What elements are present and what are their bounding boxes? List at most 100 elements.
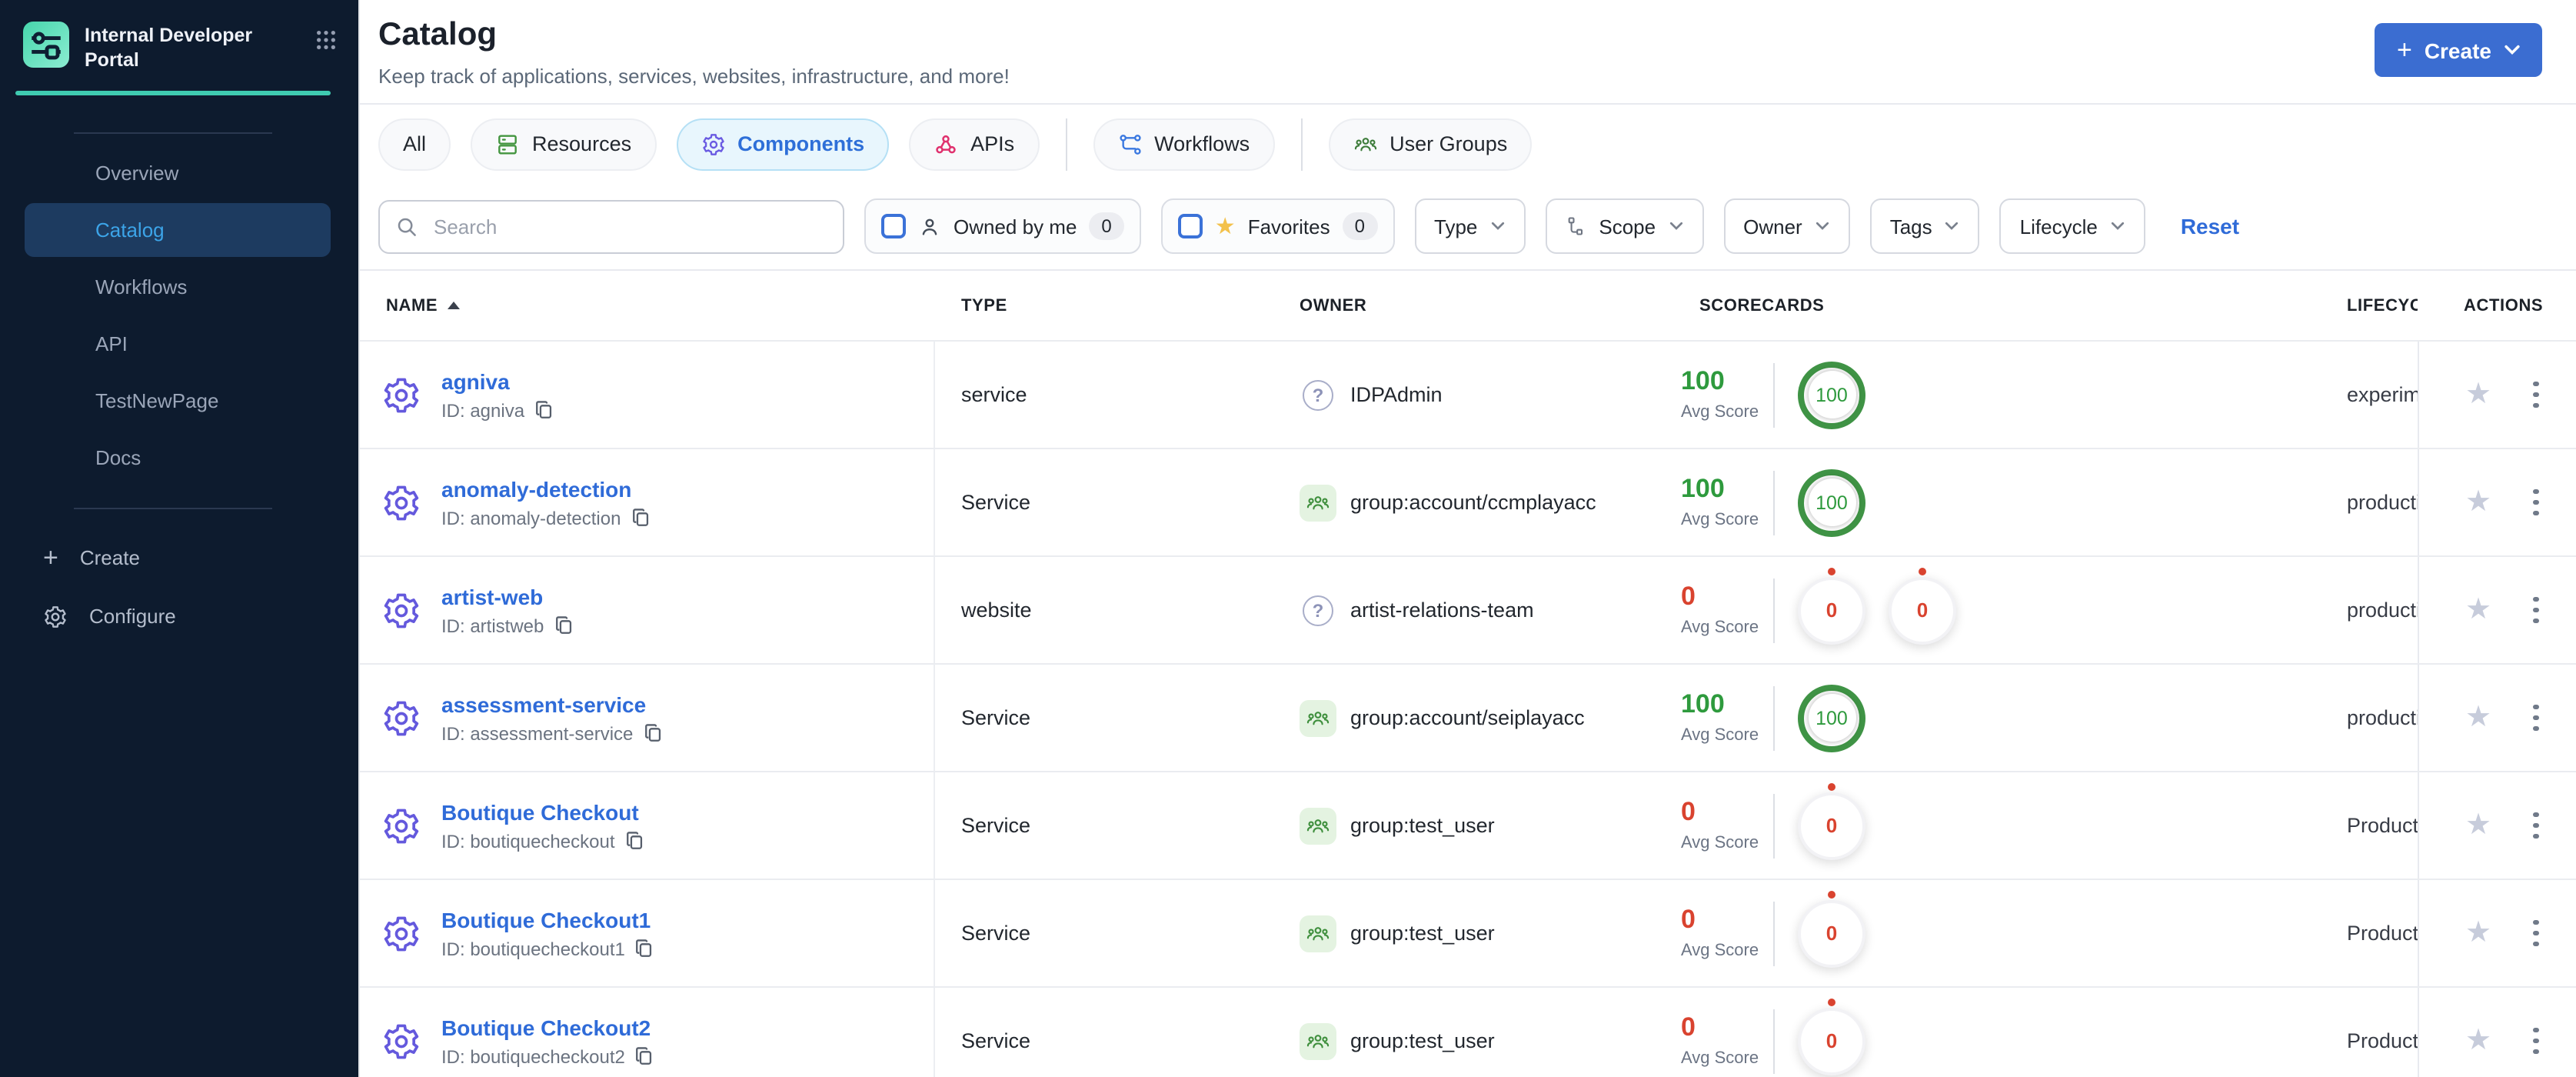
group-owner-icon: [1300, 915, 1336, 952]
score-divider: [1773, 901, 1775, 965]
table-row: agniva ID: agniva service ? IDPAdmin 100…: [360, 340, 2576, 448]
sidebar-item-catalog[interactable]: Catalog: [25, 202, 331, 256]
entity-name-link[interactable]: anomaly-detection: [441, 476, 650, 501]
brand: Internal Developer Portal: [0, 0, 358, 73]
owner-label: group:account/seiplayacc: [1350, 706, 1585, 729]
owner-label: group:test_user: [1350, 814, 1495, 837]
avg-score-label: Avg Score: [1681, 618, 1759, 637]
row-menu-icon[interactable]: [2528, 915, 2543, 952]
favorite-star-icon[interactable]: ★: [2465, 595, 2491, 625]
ring-progress-dot: [1828, 998, 1835, 1005]
tab-all[interactable]: All: [378, 118, 451, 170]
avg-score-value: 0: [1681, 797, 1696, 827]
column-header-name[interactable]: NAME: [360, 296, 935, 315]
entity-kind-tabs: All Resources Components APIs Workflows …: [360, 105, 2576, 183]
entity-name-link[interactable]: Boutique Checkout: [441, 799, 644, 824]
sidebar-create-button[interactable]: + Create: [0, 528, 358, 587]
scorecard-ring[interactable]: 0: [1798, 998, 1865, 1075]
app-window: Internal Developer Portal Overview Catal…: [0, 0, 2576, 1077]
avg-score-value: 0: [1681, 582, 1696, 612]
favorite-star-icon[interactable]: ★: [2465, 919, 2491, 948]
copy-id-icon[interactable]: [634, 1046, 654, 1066]
avg-score-label: Avg Score: [1681, 510, 1759, 529]
sidebar-item-docs[interactable]: Docs: [25, 428, 331, 485]
sidebar-item-api[interactable]: API: [25, 315, 331, 372]
copy-id-icon[interactable]: [624, 831, 644, 851]
sidebar-configure-button[interactable]: Configure: [0, 587, 358, 645]
copy-id-icon[interactable]: [553, 615, 573, 635]
scorecard-ring[interactable]: 0: [1798, 567, 1865, 644]
favorite-star-icon[interactable]: ★: [2465, 1026, 2491, 1055]
entity-id: ID: boutiquecheckout: [441, 830, 615, 852]
gear-icon: [43, 604, 68, 629]
search-input[interactable]: [431, 213, 827, 239]
scorecard-ring[interactable]: 100: [1798, 468, 1865, 536]
favorites-filter[interactable]: ★ Favorites 0: [1160, 198, 1394, 254]
row-menu-icon[interactable]: [2528, 1023, 2543, 1059]
entity-id: ID: boutiquecheckout2: [441, 1045, 625, 1067]
row-menu-icon[interactable]: [2528, 700, 2543, 736]
chevron-down-icon: [1669, 222, 1682, 230]
scorecard-ring[interactable]: 100: [1798, 684, 1865, 752]
ring-score-value: 100: [1808, 371, 1855, 418]
entity-name-link[interactable]: artist-web: [441, 584, 573, 609]
favorite-star-icon[interactable]: ★: [2465, 811, 2491, 840]
filter-owner-dropdown[interactable]: Owner: [1723, 198, 1850, 254]
row-menu-icon[interactable]: [2528, 485, 2543, 521]
entity-name-link[interactable]: agniva: [441, 368, 554, 393]
scorecard-ring[interactable]: 0: [1798, 782, 1865, 859]
main-content: Catalog Keep track of applications, serv…: [358, 0, 2576, 1077]
tab-group-divider: [1065, 118, 1067, 170]
tab-resources[interactable]: Resources: [471, 118, 657, 170]
copy-id-icon[interactable]: [534, 400, 554, 420]
tab-apis[interactable]: APIs: [909, 118, 1040, 170]
lifecycle-value: production: [2347, 599, 2418, 622]
scorecard-rings: 0: [1798, 782, 1865, 859]
table-row: anomaly-detection ID: anomaly-detection …: [360, 448, 2576, 555]
favorite-star-icon[interactable]: ★: [2465, 703, 2491, 732]
table-row: assessment-service ID: assessment-servic…: [360, 663, 2576, 771]
sidebar: Internal Developer Portal Overview Catal…: [0, 0, 358, 1077]
filter-tags-dropdown[interactable]: Tags: [1869, 198, 1980, 254]
row-menu-icon[interactable]: [2528, 592, 2543, 629]
row-menu-icon[interactable]: [2528, 808, 2543, 844]
entity-name-link[interactable]: Boutique Checkout2: [441, 1015, 654, 1039]
scorecard-ring[interactable]: 100: [1798, 361, 1865, 428]
scorecard-ring[interactable]: 0: [1798, 890, 1865, 967]
plus-icon: +: [2396, 35, 2412, 65]
filter-scope-dropdown[interactable]: Scope: [1545, 198, 1704, 254]
copy-id-icon[interactable]: [630, 508, 650, 528]
table-row: Boutique Checkout ID: boutiquecheckout S…: [360, 771, 2576, 879]
filter-lifecycle-dropdown[interactable]: Lifecycle: [1999, 198, 2145, 254]
reset-filters-link[interactable]: Reset: [2181, 214, 2239, 238]
apps-grid-icon[interactable]: [315, 29, 337, 58]
sidebar-item-overview[interactable]: Overview: [25, 144, 331, 201]
row-menu-icon[interactable]: [2528, 377, 2543, 413]
sidebar-bottom-divider: [74, 507, 272, 508]
tab-user-groups[interactable]: User Groups: [1328, 118, 1533, 170]
column-header-scorecards: SCORECARDS: [1699, 296, 1825, 315]
tab-workflows[interactable]: Workflows: [1093, 118, 1275, 170]
favorites-checkbox[interactable]: [1177, 214, 1203, 238]
filter-type-dropdown[interactable]: Type: [1414, 198, 1526, 254]
lifecycle-value: Production: [2347, 814, 2418, 837]
user-groups-icon: [1353, 132, 1377, 156]
scorecard-rings: 100: [1798, 684, 1865, 752]
ring-progress-dot: [1828, 567, 1835, 575]
copy-id-icon[interactable]: [634, 939, 654, 959]
owned-by-me-filter[interactable]: Owned by me 0: [864, 198, 1141, 254]
column-header-actions: ACTIONS: [2464, 296, 2544, 315]
sidebar-item-testnewpage[interactable]: TestNewPage: [25, 372, 331, 428]
scorecard-ring[interactable]: 0: [1889, 567, 1956, 644]
entity-name-link[interactable]: Boutique Checkout1: [441, 907, 654, 932]
chevron-down-icon: [1491, 222, 1504, 230]
scorecard-rings: 0: [1798, 890, 1865, 967]
tab-components[interactable]: Components: [676, 118, 890, 170]
sidebar-item-workflows[interactable]: Workflows: [25, 258, 331, 315]
copy-id-icon[interactable]: [642, 723, 662, 743]
entity-name-link[interactable]: assessment-service: [441, 692, 662, 716]
create-button[interactable]: + Create: [2375, 23, 2542, 77]
favorite-star-icon[interactable]: ★: [2465, 488, 2491, 517]
favorite-star-icon[interactable]: ★: [2465, 380, 2491, 409]
owned-by-me-checkbox[interactable]: [881, 214, 906, 238]
